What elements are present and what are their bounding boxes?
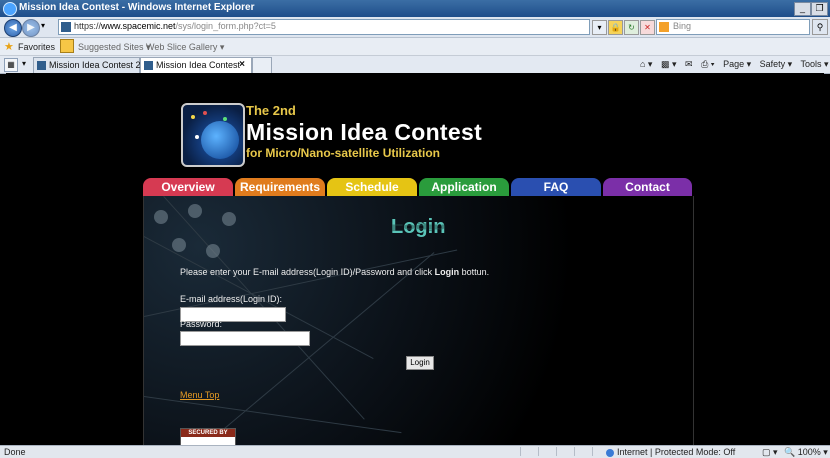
tab-favicon-icon [37, 61, 46, 70]
search-placeholder: Bing [673, 21, 692, 31]
restore-button[interactable]: ❐ [811, 2, 828, 16]
tab-mission-idea-contest[interactable]: Mission Idea Contest × [140, 57, 252, 73]
nav-overview[interactable]: Overview [143, 178, 233, 196]
site-favicon-icon [61, 22, 71, 32]
url-path: /sys/login_form.php?ct=5 [175, 21, 276, 31]
refresh-icon[interactable]: ↻ [624, 20, 639, 35]
site-subtitle: for Micro/Nano-satellite Utilization [246, 146, 441, 160]
address-toolbar: ◀ ▶ ▾ https://www.spacemic.net/sys/login… [0, 17, 830, 38]
nav-application[interactable]: Application [419, 178, 509, 196]
search-button[interactable]: ⚲ [812, 19, 828, 35]
main-nav: Overview Requirements Schedule Applicati… [143, 178, 692, 196]
window-title: Mission Idea Contest - Windows Internet … [19, 2, 255, 13]
login-button[interactable]: Login [406, 356, 434, 370]
login-heading-reflection: Login [391, 222, 446, 232]
tab-bar: ▦ ▾ Mission Idea Contest 2 Mission Idea … [0, 56, 830, 74]
suggested-sites-link[interactable]: Suggested Sites ▾ [78, 42, 151, 53]
password-field[interactable] [180, 331, 310, 346]
back-button[interactable]: ◀ [4, 19, 22, 37]
zoom-level[interactable]: 🔍 100% ▾ [784, 447, 828, 458]
feeds-icon[interactable]: ▩ ▾ [661, 59, 677, 69]
logo-edition: The 2nd [246, 103, 296, 118]
status-text: Done [4, 447, 26, 457]
lock-icon[interactable]: 🔒 [608, 20, 623, 35]
security-zone[interactable]: Internet | Protected Mode: Off [606, 447, 735, 457]
address-field[interactable]: https://www.spacemic.net/sys/login_form.… [58, 19, 590, 35]
nav-requirements[interactable]: Requirements [235, 178, 325, 196]
web-slice-gallery-link[interactable]: Web Slice Gallery ▾ [146, 42, 224, 53]
site-title: Mission Idea Contest [246, 119, 483, 145]
mail-icon[interactable]: ✉ [685, 59, 693, 69]
address-dropdown-button[interactable]: ▾ [592, 20, 607, 35]
nav-faq[interactable]: FAQ [511, 178, 601, 196]
quick-tabs-icon[interactable]: ▦ [4, 58, 18, 72]
safety-menu[interactable]: Safety ▾ [760, 59, 793, 69]
nav-contact[interactable]: Contact [603, 178, 692, 196]
stop-icon[interactable]: ✕ [640, 20, 655, 35]
menu-top-link[interactable]: Menu Top [180, 390, 219, 400]
bing-icon [659, 22, 669, 32]
print-icon[interactable]: ⎙ ▾ [701, 59, 714, 69]
web-page: The 2nd Mission Idea Contest for Micro/N… [6, 73, 824, 445]
add-favorite-icon[interactable] [60, 39, 74, 53]
login-instructions: Please enter your E-mail address(Login I… [180, 267, 490, 277]
page-menu[interactable]: Page ▾ [723, 59, 751, 69]
recent-pages-chevron-icon[interactable]: ▾ [41, 21, 45, 30]
protected-mode-icon[interactable]: ▢ ▾ [762, 447, 778, 458]
tab-label: Mission Idea Contest 2 [49, 60, 141, 70]
url-prefix: https:// [74, 21, 102, 31]
mic-logo-icon [181, 103, 245, 167]
tab-mission-idea-contest-2[interactable]: Mission Idea Contest 2 [33, 57, 141, 73]
window-title-bar: Mission Idea Contest - Windows Internet … [0, 0, 830, 17]
minimize-button[interactable]: _ [794, 2, 811, 16]
tab-favicon-icon [144, 61, 153, 70]
new-tab-button[interactable] [252, 57, 272, 73]
login-panel: Login Login Please enter your E-mail add… [143, 196, 694, 445]
url-host: www.spacemic.net [101, 21, 176, 31]
password-label: Password: [180, 319, 223, 329]
email-label: E-mail address(Login ID): [180, 294, 283, 304]
favorites-button[interactable]: Favorites [18, 42, 55, 52]
search-field[interactable]: Bing [656, 19, 810, 35]
status-bar: Done Internet | Protected Mode: Off ▢ ▾ … [0, 445, 830, 458]
tab-label: Mission Idea Contest [156, 60, 241, 70]
command-bar: ⌂ ▾ ▩ ▾ ✉ ⎙ ▾ Page ▾ Safety ▾ Tools ▾ ❔ [640, 59, 830, 70]
nav-schedule[interactable]: Schedule [327, 178, 417, 196]
tools-menu[interactable]: Tools ▾ [801, 59, 829, 69]
tab-list-chevron-icon[interactable]: ▾ [22, 58, 30, 70]
globe-icon [606, 448, 614, 457]
home-icon[interactable]: ⌂ ▾ [640, 59, 652, 69]
secured-badge[interactable]: SECURED BY [180, 428, 236, 445]
favorites-star-icon[interactable]: ★ [4, 40, 14, 53]
ie-icon [3, 2, 17, 16]
close-tab-icon[interactable]: × [239, 59, 245, 70]
forward-button[interactable]: ▶ [22, 19, 40, 37]
favorites-bar: ★ Favorites Suggested Sites ▾ Web Slice … [0, 38, 830, 56]
